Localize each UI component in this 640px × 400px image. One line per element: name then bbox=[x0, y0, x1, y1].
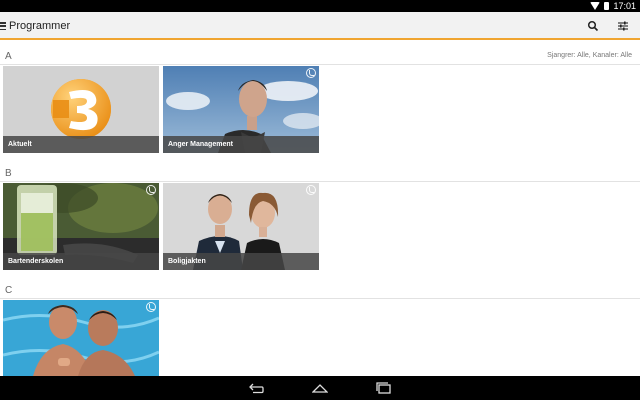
status-time: 17:01 bbox=[613, 1, 636, 11]
filter-summary[interactable]: Sjangrer: Alle, Kanaler: Alle bbox=[547, 52, 632, 59]
divider bbox=[0, 298, 640, 299]
section-header-b: B bbox=[0, 168, 640, 180]
tile-caption: Aktuelt bbox=[3, 136, 159, 153]
tile-caption: Anger Management bbox=[163, 136, 319, 153]
page-title: Programmer bbox=[9, 20, 71, 32]
status-bar: 17:01 bbox=[0, 0, 640, 12]
section-header-a: A Sjangrer: Alle, Kanaler: Alle bbox=[0, 51, 640, 63]
channel-badge-icon bbox=[306, 68, 316, 78]
program-tile-anger-management[interactable]: Anger Management bbox=[163, 66, 319, 153]
app-bar: Programmer bbox=[0, 12, 640, 40]
tile-caption: Bartenderskolen bbox=[3, 253, 159, 270]
channel-badge-icon bbox=[306, 185, 316, 195]
channel-badge-icon bbox=[146, 185, 156, 195]
tile-caption: Boligjakten bbox=[163, 253, 319, 270]
home-icon[interactable] bbox=[312, 382, 328, 394]
section-header-c: C bbox=[0, 285, 640, 297]
wifi-icon bbox=[590, 2, 601, 10]
program-tile-bartenderskolen[interactable]: Bartenderskolen bbox=[3, 183, 159, 270]
system-navigation-bar bbox=[0, 376, 640, 400]
divider bbox=[0, 181, 640, 182]
program-tile-aktuelt[interactable]: Aktuelt bbox=[3, 66, 159, 153]
menu-icon[interactable] bbox=[0, 22, 6, 31]
pool-thumbnail bbox=[3, 300, 159, 376]
back-icon[interactable] bbox=[248, 382, 264, 394]
section-letter: B bbox=[5, 168, 12, 179]
divider bbox=[0, 64, 640, 65]
section-letter: A bbox=[5, 51, 12, 62]
program-tile-c[interactable] bbox=[3, 300, 159, 376]
search-icon[interactable] bbox=[587, 20, 599, 32]
channel-badge-icon bbox=[146, 302, 156, 312]
battery-icon bbox=[604, 2, 610, 10]
filter-sliders-icon[interactable] bbox=[617, 20, 629, 32]
program-tile-boligjakten[interactable]: Boligjakten bbox=[163, 183, 319, 270]
recents-icon[interactable] bbox=[376, 382, 392, 394]
section-letter: C bbox=[5, 285, 13, 296]
